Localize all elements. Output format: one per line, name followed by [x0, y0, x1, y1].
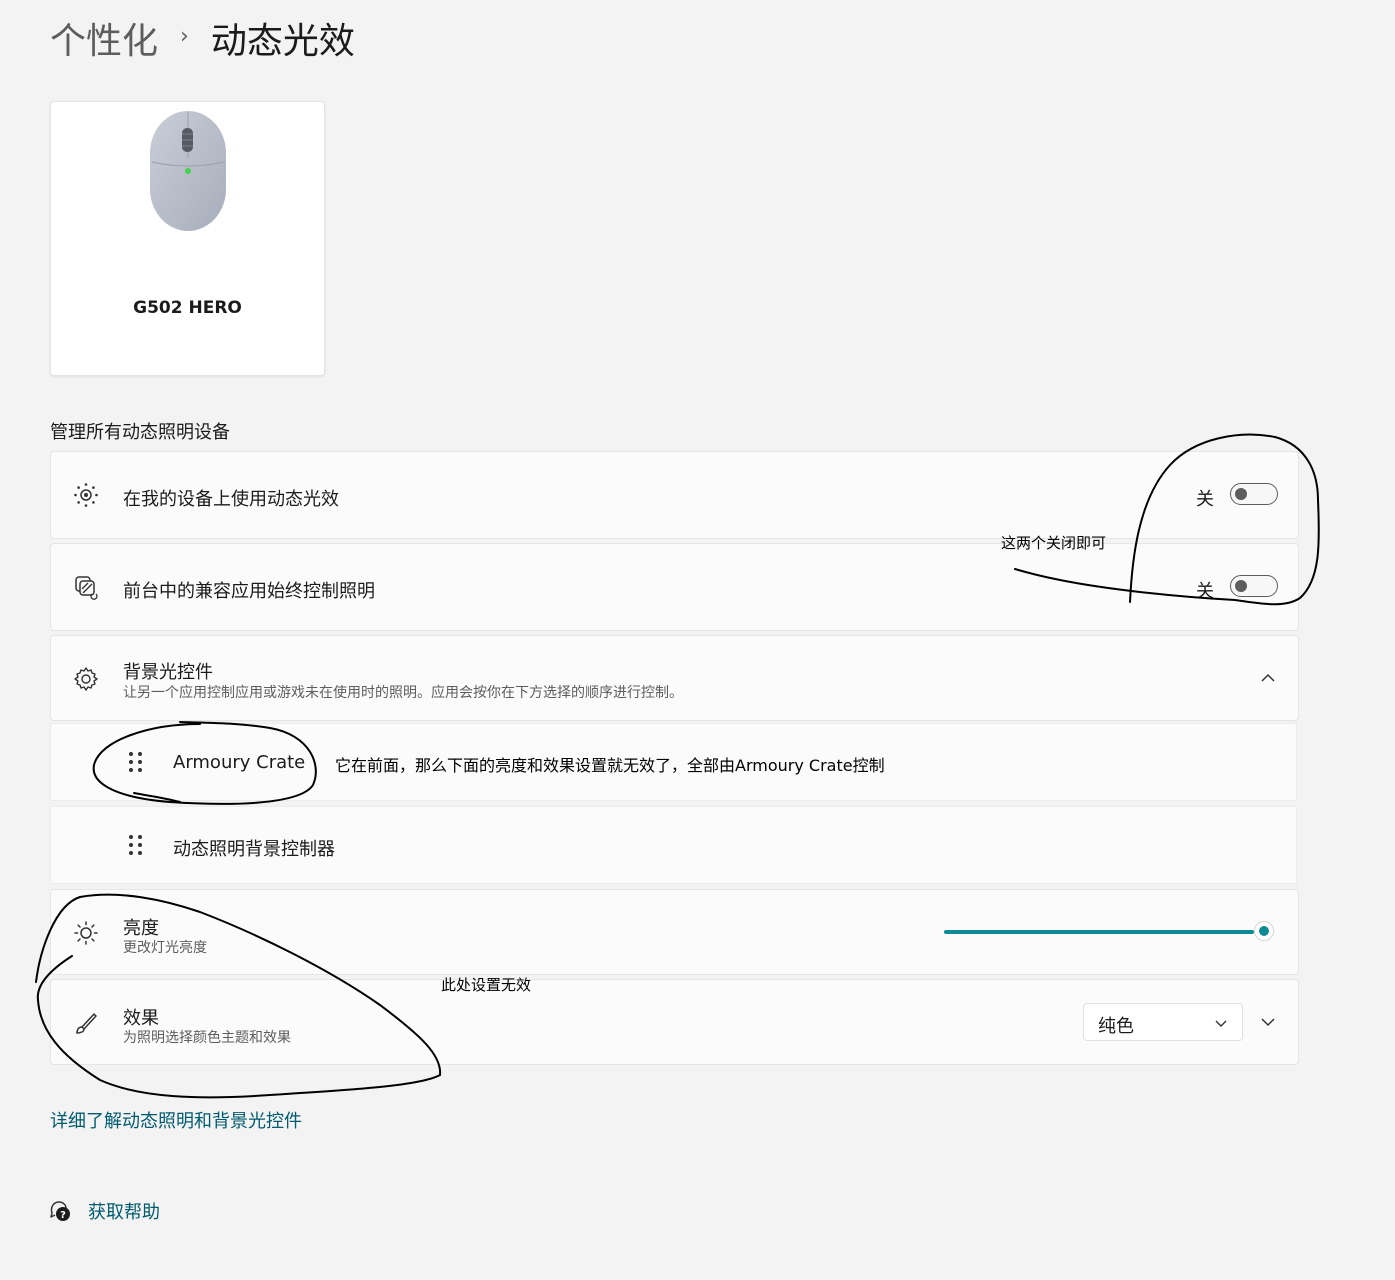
brightness-slider[interactable]	[936, 921, 1276, 943]
device-name: G502 HERO	[133, 298, 242, 318]
setting-ambient-controls[interactable]: 背景光控件 让另一个应用控制应用或游戏未在使用时的照明。应用会按你在下方选择的顺…	[50, 635, 1299, 721]
use-dynamic-lighting-toggle[interactable]	[1230, 483, 1278, 505]
list-item-label: Armoury Crate	[173, 752, 306, 773]
breadcrumb: 个性化 › 动态光效	[50, 12, 355, 64]
breadcrumb-parent-personalization[interactable]: 个性化	[50, 12, 158, 64]
drag-handle-icon[interactable]	[127, 750, 145, 774]
dropdown-value: 纯色	[1098, 1016, 1134, 1037]
sun-dots-icon	[74, 483, 98, 507]
annotation-armoury-note: 它在前面，那么下面的亮度和效果设置就无效了，全部由Armoury Crate控制	[335, 756, 885, 775]
toggle-knob	[1235, 488, 1247, 500]
annotation-toggles-note: 这两个关闭即可	[1001, 534, 1107, 552]
setting-title: 前台中的兼容应用始终控制照明	[123, 581, 375, 602]
slider-thumb[interactable]	[1254, 921, 1274, 941]
setting-brightness: 亮度 更改灯光亮度	[50, 889, 1299, 975]
expand-chevron-down-icon[interactable]	[1258, 1012, 1278, 1032]
setting-title: 在我的设备上使用动态光效	[123, 489, 339, 510]
chevron-up-icon[interactable]	[1258, 668, 1278, 688]
setting-title: 背景光控件	[123, 662, 213, 683]
section-title: 管理所有动态照明设备	[50, 422, 230, 443]
effect-dropdown[interactable]: 纯色	[1083, 1003, 1243, 1041]
page-title: 动态光效	[210, 21, 355, 62]
mouse-icon	[150, 111, 226, 231]
setting-description: 让另一个应用控制应用或游戏未在使用时的照明。应用会按你在下方选择的顺序进行控制。	[123, 685, 683, 701]
app-control-icon	[75, 576, 98, 600]
slider-track	[944, 930, 1254, 934]
setting-description: 更改灯光亮度	[123, 940, 207, 956]
chevron-down-icon	[1215, 1020, 1227, 1027]
setting-description: 为照明选择颜色主题和效果	[123, 1030, 291, 1046]
setting-foreground-apps-control: 前台中的兼容应用始终控制照明 关	[50, 543, 1299, 631]
help-chat-icon: ?	[50, 1201, 70, 1221]
setting-use-dynamic-lighting: 在我的设备上使用动态光效 关	[50, 451, 1299, 539]
device-card[interactable]: G502 HERO	[50, 101, 325, 376]
setting-effects: 效果 为照明选择颜色主题和效果 纯色	[50, 979, 1299, 1065]
ambient-controller-item-dynamic-lighting[interactable]: 动态照明背景控制器	[50, 806, 1297, 884]
drag-handle-icon[interactable]	[127, 833, 145, 857]
annotation-settings-note: 此处设置无效	[441, 976, 532, 994]
svg-text:?: ?	[60, 1210, 66, 1221]
toggle-state-label: 关	[1196, 489, 1214, 510]
breadcrumb-separator-icon: ›	[180, 23, 189, 49]
learn-more-link[interactable]: 详细了解动态照明和背景光控件	[50, 1107, 302, 1133]
get-help[interactable]: ? 获取帮助	[48, 1198, 160, 1224]
brightness-icon	[74, 921, 98, 945]
get-help-link[interactable]: 获取帮助	[88, 1198, 160, 1224]
brush-icon	[76, 1013, 97, 1034]
foreground-apps-toggle[interactable]	[1230, 575, 1278, 597]
toggle-knob	[1235, 580, 1247, 592]
list-item-label: 动态照明背景控制器	[173, 839, 335, 860]
toggle-state-label: 关	[1196, 581, 1214, 602]
gear-icon	[74, 667, 98, 691]
